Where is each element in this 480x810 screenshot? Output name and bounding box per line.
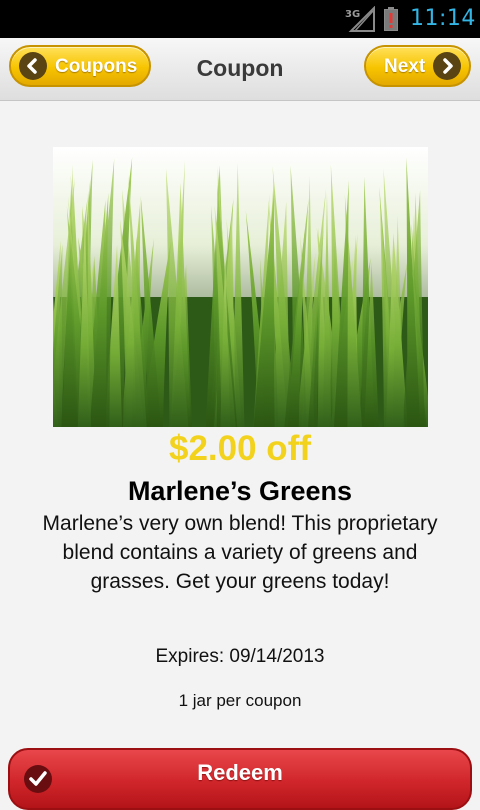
status-time: 11:14: [410, 6, 476, 31]
battery-icon: [384, 7, 398, 31]
next-button-label: Next: [384, 56, 426, 77]
grass-photo-image: [53, 147, 428, 427]
coupon-limit: 1 jar per coupon: [178, 691, 302, 710]
redeem-button[interactable]: Redeem: [8, 748, 472, 810]
network-type-label: 3G: [345, 9, 360, 20]
nav-bar: Coupon Coupons Next: [0, 38, 480, 101]
back-button-label: Coupons: [55, 56, 138, 77]
product-description: Marlene’s very own blend! This proprieta…: [42, 512, 438, 593]
product-name: Marlene’s Greens: [127, 476, 353, 506]
chevron-right-icon: [433, 52, 461, 80]
back-coupons-button[interactable]: Coupons: [9, 45, 151, 87]
discount-amount: $2.00 off: [169, 429, 311, 468]
chevron-left-icon: [19, 52, 47, 80]
coupon-detail: $2.00 off Marlene’s Greens Marlene’s ver…: [0, 101, 480, 810]
signal-icon: 3G: [345, 6, 375, 32]
expiration-date: Expires: 09/14/2013: [155, 646, 325, 667]
next-button[interactable]: Next: [364, 45, 471, 87]
status-bar: 3G 11:14: [0, 0, 480, 38]
redeem-button-label: Redeem: [197, 760, 283, 785]
